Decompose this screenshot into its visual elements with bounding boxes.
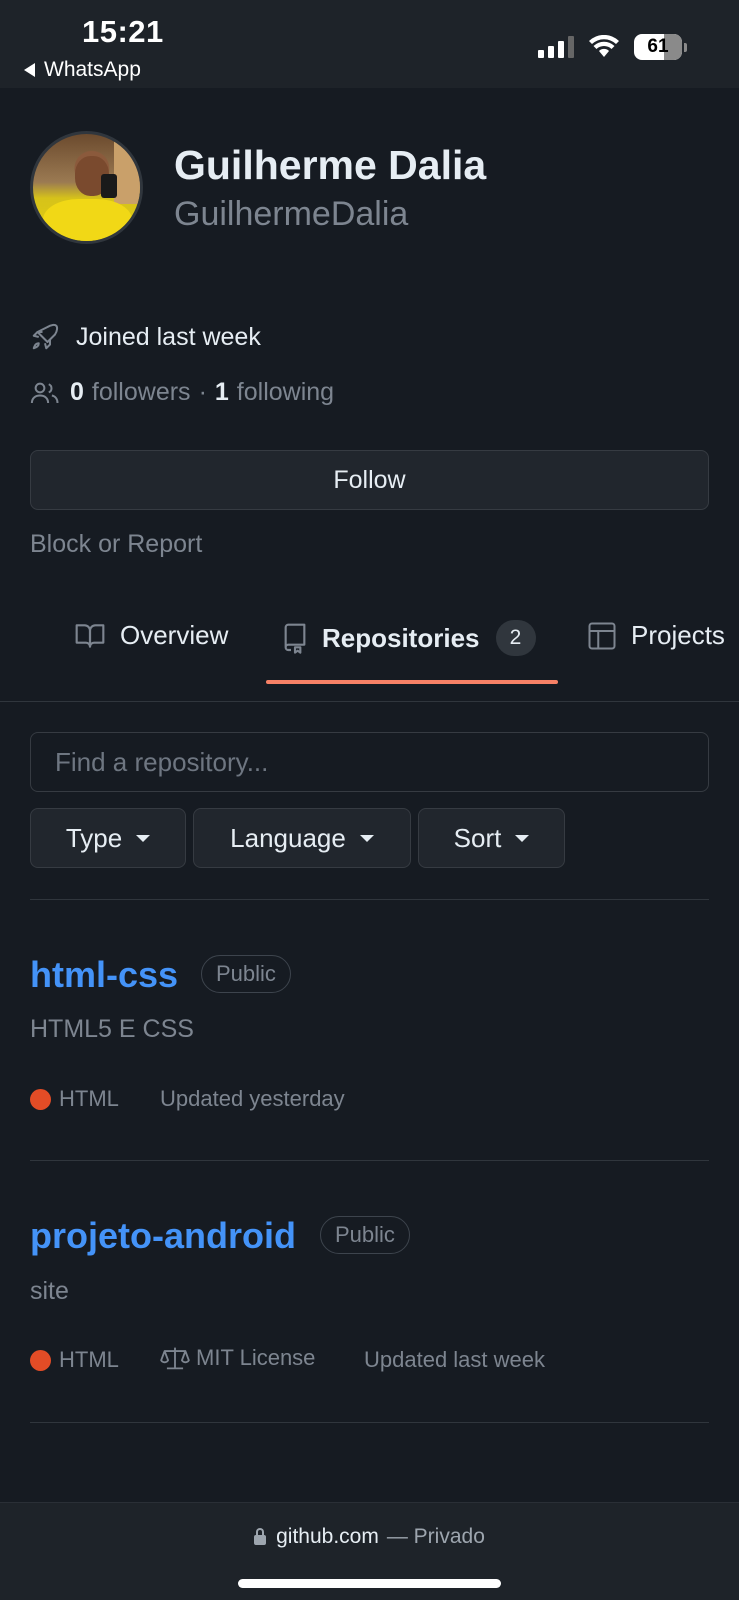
block-or-report-link[interactable]: Block or Report [30, 530, 202, 559]
visibility-badge: Public [320, 1216, 410, 1254]
follow-stats: 0 followers · 1 following [30, 378, 334, 407]
followers-link[interactable]: 0 followers [70, 378, 191, 407]
joined-info: Joined last week [30, 322, 261, 352]
following-label: following [236, 378, 335, 406]
table-icon [588, 622, 616, 649]
repo-language: HTML [30, 1086, 119, 1112]
divider [30, 1160, 709, 1161]
profile-full-name: Guilherme Dalia [174, 142, 487, 188]
following-link[interactable]: 1 following [215, 378, 334, 407]
repo-icon [284, 623, 306, 654]
language-filter-label: Language [230, 822, 346, 853]
back-app-label: WhatsApp [44, 58, 141, 81]
status-bar: 15:21 WhatsApp 61 [0, 0, 739, 88]
book-icon [75, 623, 105, 648]
signal-icon [538, 36, 574, 58]
profile-tabs: Overview Repositories 2 Projects [0, 600, 739, 702]
visibility-badge: Public [201, 955, 291, 993]
follow-button[interactable]: Follow [30, 450, 709, 510]
chevron-down-icon [515, 834, 530, 842]
repo-license-label: MIT License [196, 1345, 316, 1370]
repo-language: HTML [30, 1347, 119, 1373]
divider [30, 899, 709, 900]
active-tab-indicator [266, 680, 558, 684]
tab-repositories-label: Repositories [322, 622, 480, 653]
lock-icon [254, 1527, 267, 1545]
profile-username: GuilhermeDalia [174, 195, 409, 233]
language-color-dot [30, 1088, 51, 1110]
follow-separator: · [198, 378, 207, 406]
followers-count: 0 [70, 378, 84, 406]
rocket-icon [32, 323, 59, 350]
tab-projects[interactable]: Projects [587, 620, 725, 651]
law-scale-icon [160, 1347, 190, 1370]
back-to-app-link[interactable]: WhatsApp [24, 58, 141, 82]
chevron-down-icon [136, 834, 151, 842]
joined-text: Joined last week [76, 322, 261, 351]
tab-overview-label: Overview [120, 620, 229, 650]
find-repository-input[interactable]: Find a repository... [30, 732, 709, 792]
repo-license[interactable]: MIT License [160, 1345, 315, 1371]
find-repository-placeholder: Find a repository... [55, 746, 269, 777]
private-mode-label: — Privado [386, 1525, 485, 1548]
address-bar[interactable]: github.com — Privado [0, 1525, 739, 1549]
battery-icon: 61 [634, 34, 687, 60]
status-time: 15:21 [82, 14, 164, 49]
sort-filter-button[interactable]: Sort [418, 808, 565, 868]
browser-bottom-bar: github.com — Privado [0, 1502, 739, 1600]
tab-repositories[interactable]: Repositories 2 [282, 620, 536, 656]
repo-description: HTML5 E CSS [30, 1015, 194, 1043]
home-indicator[interactable] [238, 1579, 501, 1588]
repo-description: site [30, 1277, 69, 1305]
wifi-icon [589, 35, 619, 57]
language-filter-button[interactable]: Language [193, 808, 411, 868]
repo-updated: Updated last week [364, 1347, 545, 1372]
repo-language-label: HTML [59, 1347, 119, 1372]
repo-name-link[interactable]: html-css [30, 954, 178, 996]
language-color-dot [30, 1349, 51, 1371]
followers-label: followers [91, 378, 191, 406]
people-icon [30, 382, 59, 403]
repo-language-label: HTML [59, 1086, 119, 1111]
following-count: 1 [214, 378, 229, 406]
type-filter-button[interactable]: Type [30, 808, 186, 868]
avatar[interactable] [30, 131, 143, 244]
repo-updated: Updated yesterday [160, 1086, 345, 1111]
tab-overview[interactable]: Overview [74, 620, 228, 651]
chevron-down-icon [359, 834, 374, 842]
address-domain: github.com [276, 1525, 379, 1548]
repositories-count-badge: 2 [495, 620, 536, 656]
divider [30, 1422, 709, 1423]
tab-projects-label: Projects [631, 620, 725, 650]
sort-filter-label: Sort [453, 822, 502, 853]
type-filter-label: Type [65, 822, 123, 853]
battery-level: 61 [647, 36, 669, 57]
repo-name-link[interactable]: projeto-android [30, 1215, 296, 1257]
back-arrow-icon [24, 63, 35, 77]
